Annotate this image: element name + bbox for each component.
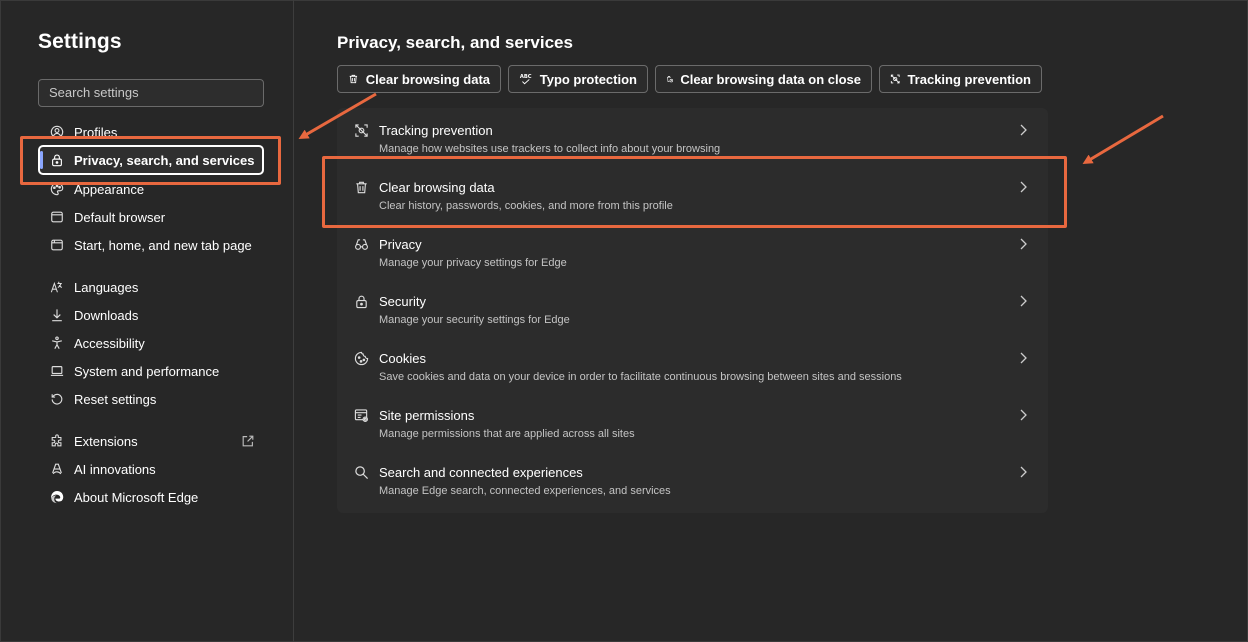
external-link-icon[interactable] [241,434,255,448]
chevron-right-icon [1017,351,1029,365]
row-title: Security [379,294,426,309]
sidebar-item-default-browser[interactable]: Default browser [38,203,268,231]
svg-text:ABC: ABC [520,74,532,80]
row-cookies[interactable]: Cookies Save cookies and data on your de… [337,336,1048,393]
tracking-icon [890,74,900,84]
browser-icon [50,210,64,224]
trash-icon [349,74,358,84]
spellcheck-icon: ABC [520,74,532,85]
row-search-connected[interactable]: Search and connected experiences Manage … [337,450,1048,507]
tracking-icon [354,123,369,138]
sidebar: Settings Search settings Profiles Privac… [0,0,294,642]
sidebar-item-extensions[interactable]: Extensions [38,427,268,455]
sidebar-item-label: System and performance [74,363,220,379]
lock-icon [354,294,369,309]
chevron-right-icon [1017,408,1029,422]
row-title: Site permissions [379,408,475,423]
row-title: Search and connected experiences [379,465,583,480]
row-title: Cookies [379,351,426,366]
sidebar-item-system[interactable]: System and performance [38,357,268,385]
sidebar-item-label: Extensions [74,433,138,449]
row-title: Privacy [379,237,422,252]
chevron-right-icon [1017,123,1029,137]
home-tab-icon [50,238,64,252]
chevron-right-icon [1017,465,1029,479]
reset-icon [50,392,64,406]
page-title: Privacy, search, and services [337,33,573,52]
annotation-highlight-sidebar [20,136,281,185]
chip-tracking-prevention[interactable]: Tracking prevention [879,65,1042,93]
laptop-icon [50,364,64,378]
sidebar-item-start-home[interactable]: Start, home, and new tab page [38,231,268,259]
row-description: Save cookies and data on your device in … [379,371,902,383]
annotation-highlight-row [322,156,1067,228]
puzzle-icon [50,434,64,448]
sidebar-item-label: Start, home, and new tab page [74,237,252,253]
sidebar-item-reset[interactable]: Reset settings [38,385,268,413]
trash-clock-icon [667,76,673,83]
row-site-permissions[interactable]: Site permissions Manage permissions that… [337,393,1048,450]
download-icon [50,308,64,322]
chip-label: Typo protection [539,71,637,87]
sidebar-item-label: Accessibility [74,335,145,351]
row-privacy[interactable]: Privacy Manage your privacy settings for… [337,222,1048,279]
chip-typo-protection[interactable]: ABC Typo protection [508,65,648,93]
sidebar-title: Settings [38,30,122,53]
row-description: Manage how websites use trackers to coll… [379,143,721,155]
sidebar-item-downloads[interactable]: Downloads [38,301,268,329]
chip-label: Tracking prevention [907,71,1031,87]
row-title: Tracking prevention [379,123,493,138]
chevron-right-icon [1017,237,1029,251]
sidebar-item-label: AI innovations [74,461,156,477]
chevron-right-icon [1017,294,1029,308]
edge-logo-icon [50,490,64,504]
chip-label: Clear browsing data [365,71,490,87]
sidebar-item-label: Downloads [74,307,139,323]
row-description: Manage permissions that are applied acro… [379,428,635,440]
chip-clear-data-on-close[interactable]: Clear browsing data on close [655,65,872,93]
row-description: Manage your privacy settings for Edge [379,257,567,269]
cookie-icon [354,351,369,366]
row-description: Manage Edge search, connected experience… [379,485,671,497]
row-security[interactable]: Security Manage your security settings f… [337,279,1048,336]
row-description: Manage your security settings for Edge [379,314,570,326]
glasses-icon [354,237,369,252]
ai-icon [50,462,64,476]
sidebar-item-ai-innovations[interactable]: AI innovations [38,455,268,483]
sidebar-item-label: Languages [74,279,139,295]
chip-label: Clear browsing data on close [680,71,861,87]
chip-clear-browsing-data[interactable]: Clear browsing data [337,65,501,93]
sidebar-item-label: About Microsoft Edge [74,489,199,505]
accessibility-icon [50,336,64,350]
search-icon [354,465,369,480]
sidebar-item-label: Reset settings [74,391,157,407]
sidebar-item-accessibility[interactable]: Accessibility [38,329,268,357]
sidebar-item-label: Default browser [74,209,166,225]
site-permissions-icon [354,408,369,423]
languages-icon [50,280,64,294]
sidebar-item-languages[interactable]: Languages [38,273,268,301]
search-input[interactable]: Search settings [38,79,264,107]
sidebar-item-about[interactable]: About Microsoft Edge [38,483,268,511]
